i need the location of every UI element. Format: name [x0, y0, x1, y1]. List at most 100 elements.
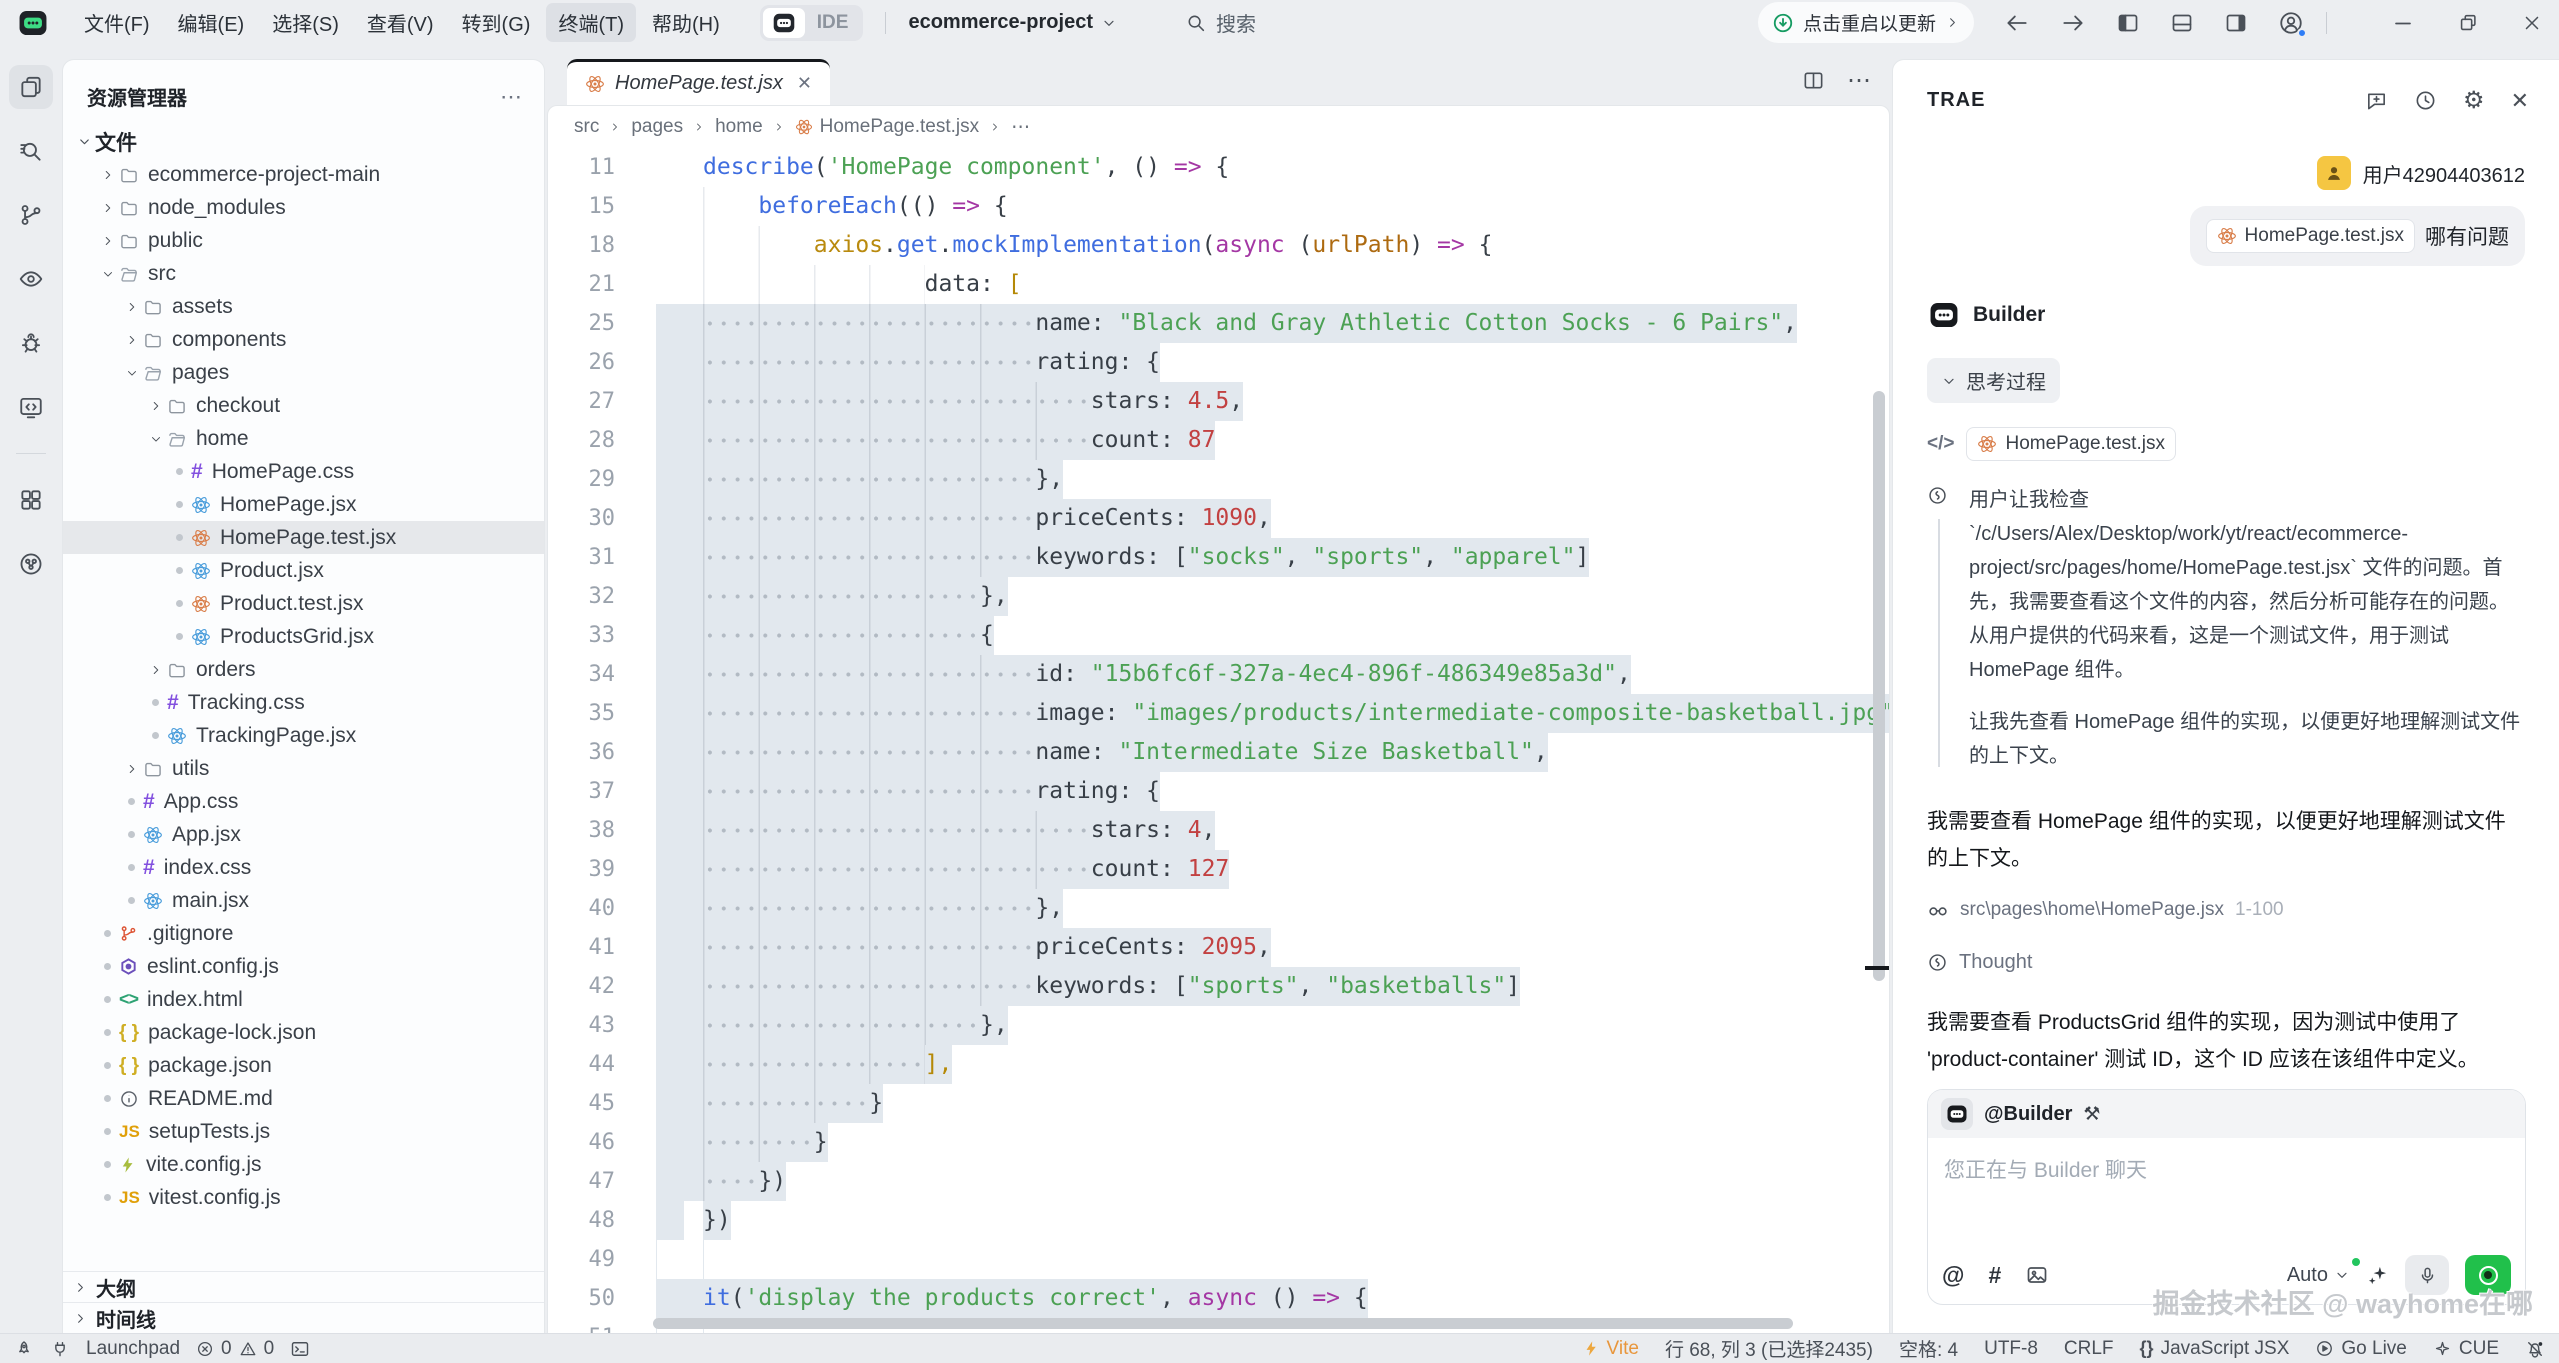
tree-file-Product.jsx[interactable]: Product.jsx — [63, 554, 544, 587]
tree-file-index.css[interactable]: #index.css — [63, 851, 544, 884]
window-close-button[interactable] — [2521, 12, 2543, 34]
account-button[interactable] — [2278, 10, 2304, 36]
ide-toggle[interactable]: IDE — [760, 5, 864, 41]
rocket-icon[interactable] — [14, 1339, 34, 1359]
tree-folder-home[interactable]: home — [63, 422, 544, 455]
code-line-32[interactable]: 32}, — [548, 577, 1889, 616]
settings-gear-icon[interactable]: ⚙ — [2463, 86, 2485, 115]
activity-remote-icon[interactable] — [9, 542, 53, 586]
code-line-47[interactable]: 47}) — [548, 1162, 1889, 1201]
activity-preview-icon[interactable] — [9, 257, 53, 301]
menu-item-3[interactable]: 查看(V) — [355, 3, 446, 42]
cue-item[interactable]: CUE — [2433, 1338, 2499, 1360]
tree-file-HomePage.jsx[interactable]: HomePage.jsx — [63, 488, 544, 521]
menu-item-1[interactable]: 编辑(E) — [166, 3, 257, 42]
tree-file-HomePage.test.jsx[interactable]: HomePage.test.jsx — [63, 521, 544, 554]
menu-item-2[interactable]: 选择(S) — [260, 3, 351, 42]
tree-folder-pages[interactable]: pages — [63, 356, 544, 389]
code-line-50[interactable]: 50it('display the products correct', asy… — [548, 1279, 1889, 1318]
code-line-43[interactable]: 43}, — [548, 1006, 1889, 1045]
tree-folder-orders[interactable]: orders — [63, 653, 544, 686]
global-search-button[interactable]: 搜索 — [1185, 8, 1256, 37]
breadcrumb-item[interactable]: home — [715, 116, 763, 138]
new-chat-icon[interactable] — [2365, 89, 2388, 112]
activity-code-window-icon[interactable] — [9, 385, 53, 429]
tree-folder-assets[interactable]: assets — [63, 290, 544, 323]
vertical-scrollbar[interactable] — [1873, 391, 1885, 981]
code-line-45[interactable]: 45} — [548, 1084, 1889, 1123]
tree-file-HomePage.css[interactable]: #HomePage.css — [63, 455, 544, 488]
restart-update-button[interactable]: 点击重启以更新 — [1758, 2, 1974, 43]
chat-input-field[interactable]: 您正在与 Builder 聊天 — [1928, 1138, 2525, 1246]
thinking-process-toggle[interactable]: 思考过程 — [1927, 358, 2060, 403]
code-line-37[interactable]: 37rating: { — [548, 772, 1889, 811]
breadcrumb[interactable]: src pages home HomePage.test.jsx ⋯ — [548, 106, 1889, 148]
context-file-chip[interactable]: HomePage.test.jsx — [1966, 427, 2175, 461]
code-line-41[interactable]: 41priceCents: 2095, — [548, 928, 1889, 967]
mention-icon[interactable]: @ — [1942, 1262, 1964, 1289]
code-line-15[interactable]: 15beforeEach(() => { — [548, 187, 1889, 226]
activity-explorer-icon[interactable] — [9, 65, 53, 109]
code-line-48[interactable]: 48}) — [548, 1201, 1889, 1240]
tree-file-package-lock.json[interactable]: { }package-lock.json — [63, 1016, 544, 1049]
breadcrumb-item[interactable]: ⋯ — [1011, 116, 1030, 139]
window-minimize-button[interactable] — [2391, 11, 2415, 35]
tree-file-App.jsx[interactable]: App.jsx — [63, 818, 544, 851]
timeline-section[interactable]: 时间线 — [63, 1302, 544, 1333]
tree-folder-public[interactable]: public — [63, 224, 544, 257]
code-line-26[interactable]: 26rating: { — [548, 343, 1889, 382]
plug-icon[interactable] — [50, 1339, 70, 1359]
horizontal-scrollbar[interactable] — [653, 1318, 1793, 1329]
tree-file-ProductsGrid.jsx[interactable]: ProductsGrid.jsx — [63, 620, 544, 653]
project-selector[interactable]: ecommerce-project — [908, 11, 1117, 34]
menu-item-0[interactable]: 文件(F) — [72, 3, 162, 42]
toggle-secondary-sidebar-icon[interactable] — [2224, 11, 2248, 35]
split-editor-icon[interactable] — [1802, 69, 1825, 92]
code-line-28[interactable]: 28count: 87 — [548, 421, 1889, 460]
tree-file-eslint.config.js[interactable]: eslint.config.js — [63, 950, 544, 983]
toggle-sidebar-icon[interactable] — [2116, 11, 2140, 35]
tree-file-TrackingPage.jsx[interactable]: TrackingPage.jsx — [63, 719, 544, 752]
code-line-31[interactable]: 31keywords: ["socks", "sports", "apparel… — [548, 538, 1889, 577]
breadcrumb-item[interactable]: pages — [631, 116, 683, 138]
tree-file-Product.test.jsx[interactable]: Product.test.jsx — [63, 587, 544, 620]
tab-close-icon[interactable]: ✕ — [797, 73, 812, 94]
tree-file-Tracking.css[interactable]: #Tracking.css — [63, 686, 544, 719]
terminal-icon[interactable] — [290, 1339, 310, 1359]
code-line-40[interactable]: 40}, — [548, 889, 1889, 928]
nav-back-button[interactable] — [2004, 10, 2030, 36]
menu-item-6[interactable]: 帮助(H) — [640, 3, 732, 42]
code-line-27[interactable]: 27stars: 4.5, — [548, 382, 1889, 421]
tree-section-文件[interactable]: 文件 — [63, 125, 544, 158]
code-line-38[interactable]: 38stars: 4, — [548, 811, 1889, 850]
activity-source-control-icon[interactable] — [9, 193, 53, 237]
explorer-more-icon[interactable]: ⋯ — [500, 84, 524, 110]
message-file-chip[interactable]: HomePage.test.jsx — [2206, 219, 2415, 253]
tree-file-README.md[interactable]: README.md — [63, 1082, 544, 1115]
vite-item[interactable]: Vite — [1583, 1338, 1639, 1360]
code-line-46[interactable]: 46} — [548, 1123, 1889, 1162]
toggle-panel-icon[interactable] — [2170, 11, 2194, 35]
problems-item[interactable]: 0 0 — [196, 1338, 274, 1360]
code-line-36[interactable]: 36name: "Intermediate Size Basketball", — [548, 733, 1889, 772]
editor-more-icon[interactable]: ⋯ — [1847, 66, 1872, 95]
breadcrumb-item[interactable]: src — [574, 116, 599, 138]
code-line-25[interactable]: 25name: "Black and Gray Athletic Cotton … — [548, 304, 1889, 343]
tree-file-vitest.config.js[interactable]: JSvitest.config.js — [63, 1181, 544, 1214]
attach-image-icon[interactable] — [2025, 1263, 2049, 1287]
breadcrumb-item[interactable]: HomePage.test.jsx — [795, 116, 979, 138]
menu-item-5[interactable]: 终端(T) — [546, 3, 636, 42]
launchpad-item[interactable]: Launchpad — [86, 1338, 180, 1360]
chat-input-box[interactable]: @Builder ⚒ 您正在与 Builder 聊天 @ # Auto — [1927, 1089, 2526, 1305]
tree-folder-components[interactable]: components — [63, 323, 544, 356]
window-restore-button[interactable] — [2457, 12, 2479, 34]
code-line-29[interactable]: 29}, — [548, 460, 1889, 499]
tree-folder-utils[interactable]: utils — [63, 752, 544, 785]
code-line-42[interactable]: 42keywords: ["sports", "basketballs"] — [548, 967, 1889, 1006]
code-line-39[interactable]: 39count: 127 — [548, 850, 1889, 889]
code-line-21[interactable]: 21data: [ — [548, 265, 1889, 304]
indent-item[interactable]: 空格: 4 — [1899, 1335, 1958, 1362]
code-line-33[interactable]: 33{ — [548, 616, 1889, 655]
tree-folder-src[interactable]: src — [63, 257, 544, 290]
eol-item[interactable]: CRLF — [2064, 1338, 2114, 1360]
